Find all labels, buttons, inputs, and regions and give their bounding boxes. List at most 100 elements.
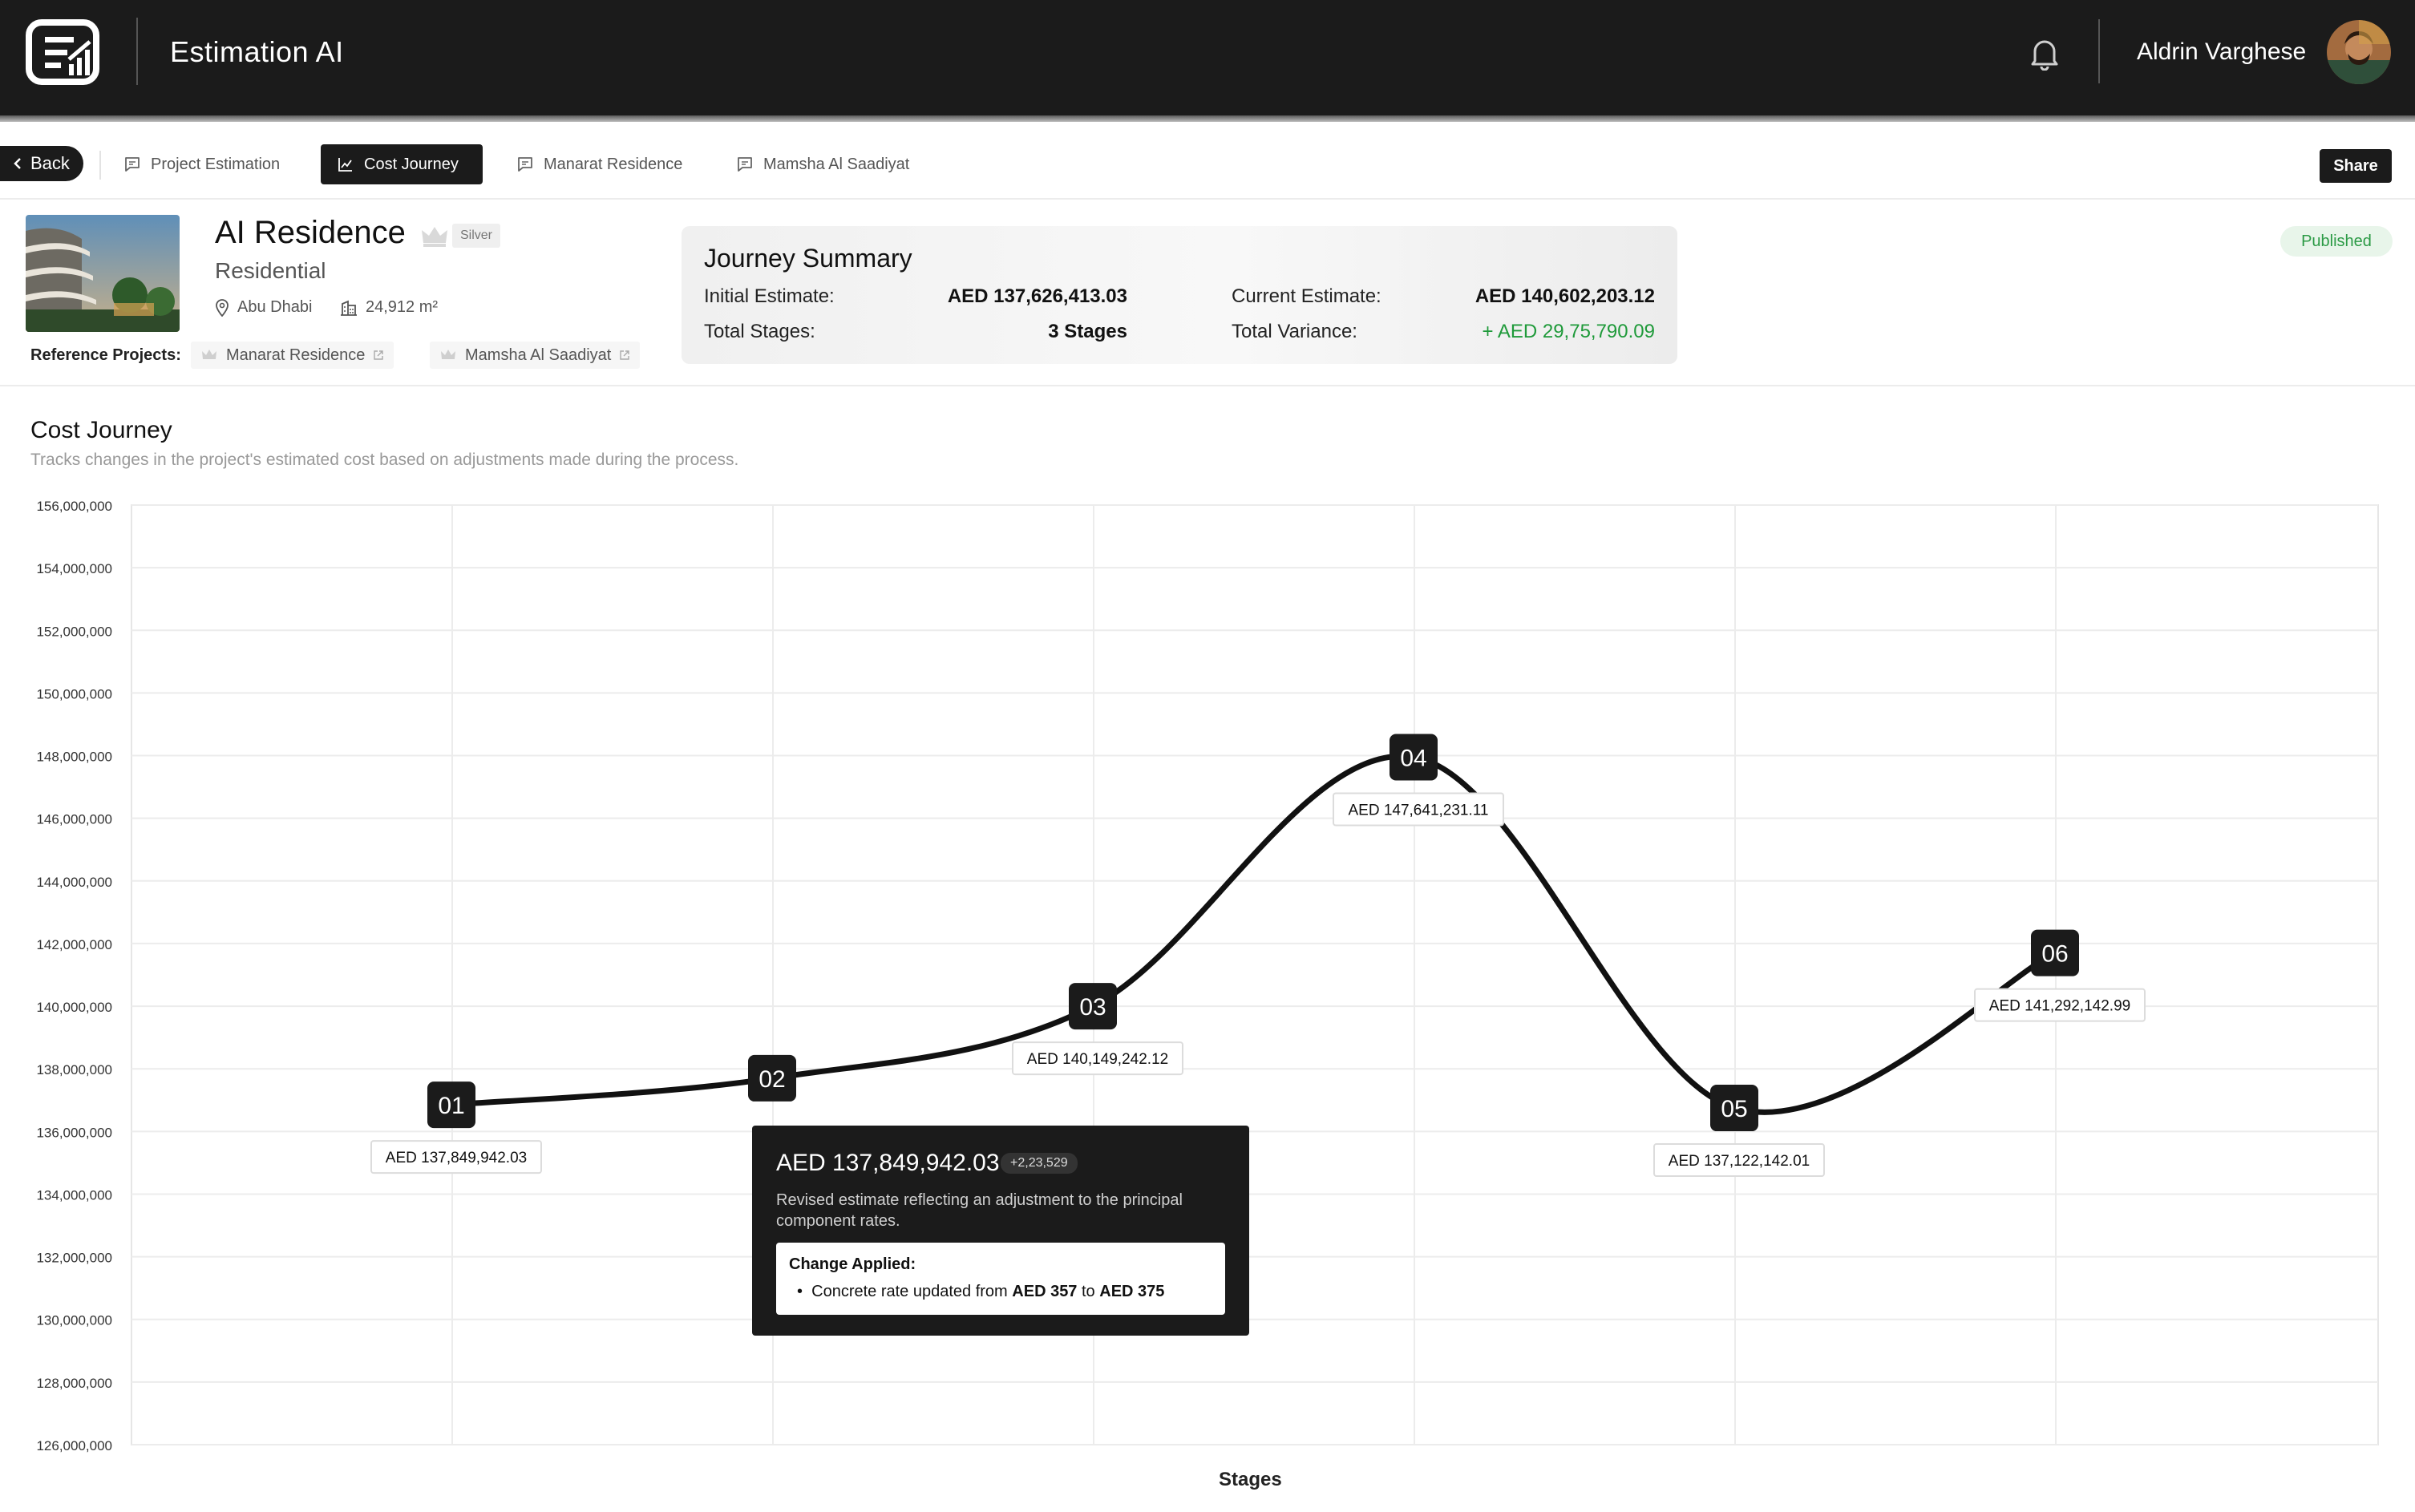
reference-chip-manarat-residence[interactable]: Manarat Residence [191,342,394,369]
header-shade [0,115,2415,122]
tab-label: Manarat Residence [544,155,683,173]
reference-name: Manarat Residence [226,346,366,364]
back-button[interactable]: Back [0,146,83,181]
top-navigation-bar: Estimation AI Aldrin Varghese [0,0,2415,115]
tab-cost-journey[interactable]: Cost Journey [321,144,483,184]
tooltip-value: AED 137,849,942.03 [776,1150,1000,1176]
reference-projects-label: Reference Projects: [30,346,181,364]
tab-label: Cost Journey [364,155,459,173]
chart-subtitle: Tracks changes in the project's estimate… [30,451,739,469]
tab-row: Back Project Estimation Cost Journey Man… [0,122,2415,200]
tooltip-description: Revised estimate reflecting an adjustmen… [776,1191,1183,1230]
location-text: Abu Dhabi [237,298,313,316]
y-tick-label: 130,000,000 [36,1313,112,1328]
tab-label: Project Estimation [151,155,281,173]
initial-estimate-value: AED 137,626,413.03 [947,285,1127,307]
total-stages-label: Total Stages: [704,321,815,342]
y-tick-label: 134,000,000 [36,1187,112,1203]
reference-name: Mamsha Al Saadiyat [465,346,612,364]
project-thumbnail [26,215,180,332]
x-axis-label: Stages [1219,1469,1282,1490]
user-name[interactable]: Aldrin Varghese [2137,38,2306,66]
tab-label: Mamsha Al Saadiyat [763,155,910,173]
stage-number: 02 [758,1066,785,1093]
total-stages-value: 3 Stages [1048,321,1127,342]
y-tick-label: 146,000,000 [36,812,112,827]
y-tick-label: 142,000,000 [36,937,112,952]
change-to: AED 375 [1099,1283,1165,1300]
stage-number: 03 [1079,994,1106,1021]
initial-estimate-label: Initial Estimate: [704,285,835,307]
chevron-left-icon [14,158,21,169]
stage-number: 01 [438,1093,464,1119]
data-label: AED 137,849,942.03 [386,1150,527,1166]
project-area: 24,912 m² [340,298,438,317]
project-location: Abu Dhabi [215,298,312,317]
estimation-ai-logo[interactable] [26,19,99,85]
stage-tooltip: AED 137,849,942.03 +2,23,529 Revised est… [752,1126,1249,1336]
external-link-icon [374,350,384,360]
current-estimate-label: Current Estimate: [1232,285,1381,307]
app-title: Estimation AI [170,35,344,68]
line-chart-icon [338,158,352,172]
data-label: AED 147,641,231.11 [1348,802,1488,819]
tooltip-delta-badge: +2,23,529 [1001,1153,1078,1174]
tab-project-estimation[interactable]: Project Estimation [107,144,296,184]
y-tick-label: 136,000,000 [36,1125,112,1140]
message-icon [518,157,532,172]
y-tick-label: 144,000,000 [36,875,112,890]
y-tick-label: 150,000,000 [36,686,112,701]
change-applied-box: Change Applied: • Concrete rate updated … [776,1243,1225,1315]
y-tick-label: 140,000,000 [36,1000,112,1015]
crown-icon [422,227,447,247]
header-divider [2098,19,2100,83]
header-divider [136,18,138,85]
current-estimate-value: AED 140,602,203.12 [1474,285,1655,307]
journey-summary-card: Journey Summary Initial Estimate: AED 13… [682,226,1677,364]
chart-title: Cost Journey [30,417,172,443]
total-variance-label: Total Variance: [1232,321,1357,342]
area-text: 24,912 m² [366,298,439,316]
share-button[interactable]: Share [2320,149,2392,183]
avatar[interactable] [2327,20,2391,84]
y-tick-label: 128,000,000 [36,1376,112,1391]
project-title: AI Residence [215,215,406,250]
y-tick-label: 156,000,000 [36,499,112,514]
change-from: AED 357 [1012,1283,1078,1300]
stage-number: 05 [1721,1096,1747,1122]
change-to-word: to [1082,1283,1095,1300]
location-pin-icon [216,298,229,317]
building-icon [341,300,357,316]
tier-label: Silver [452,224,501,248]
reference-chip-mamsha-al-saadiyat[interactable]: Mamsha Al Saadiyat [430,342,641,369]
tab-mamsha-al-saadiyat[interactable]: Mamsha Al Saadiyat [720,144,925,184]
stage-number: 04 [1400,745,1426,771]
tab-manarat-residence[interactable]: Manarat Residence [500,144,698,184]
y-tick-label: 138,000,000 [36,1062,112,1077]
bell-icon[interactable] [2029,37,2061,71]
crown-icon [441,350,455,359]
tier-badge: Silver [420,221,501,250]
message-icon [125,157,140,172]
crown-icon [202,350,216,359]
y-tick-label: 154,000,000 [36,561,112,576]
total-variance-value: + AED 29,75,790.09 [1482,321,1655,342]
change-applied-item: • Concrete rate updated from AED 357 to … [797,1283,1165,1300]
external-link-icon [620,350,630,360]
stage-number: 06 [2041,941,2068,968]
message-icon [738,157,752,172]
y-tick-label: 126,000,000 [36,1438,112,1453]
journey-summary-title: Journey Summary [704,244,912,273]
change-prefix: Concrete rate updated from [811,1283,1008,1300]
y-tick-label: 132,000,000 [36,1251,112,1266]
section-divider [0,385,2415,386]
cost-journey-line [448,753,2058,1115]
data-label: AED 140,149,242.12 [1027,1051,1168,1068]
y-tick-label: 152,000,000 [36,624,112,639]
data-label: AED 137,122,142.01 [1669,1153,1810,1170]
project-type: Residential [215,258,326,283]
y-tick-label: 148,000,000 [36,750,112,765]
change-applied-title: Change Applied: [789,1255,916,1273]
status-badge: Published [2280,226,2393,257]
data-label: AED 141,292,142.99 [1989,998,2130,1015]
